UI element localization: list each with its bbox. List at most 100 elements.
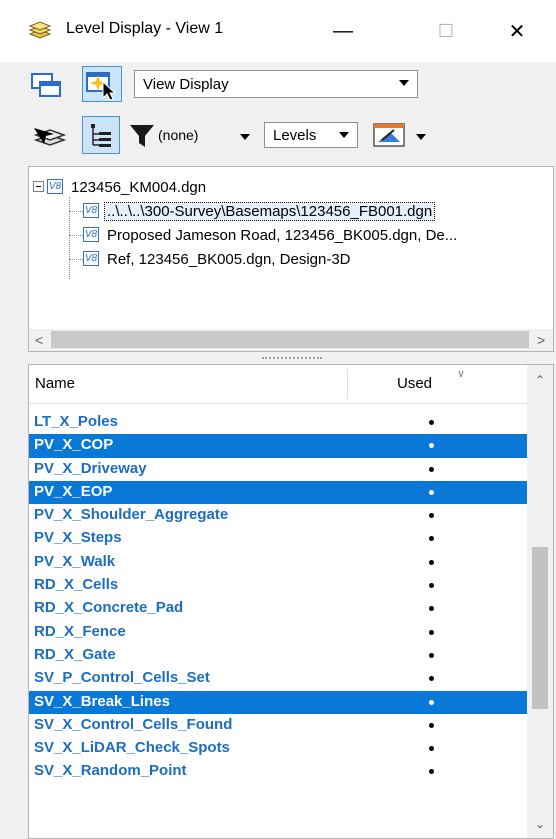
scroll-left-icon[interactable]: < — [35, 332, 43, 348]
view-display-mode-button[interactable] — [82, 66, 122, 102]
used-indicator — [429, 722, 434, 728]
column-header-name[interactable]: Name — [35, 375, 75, 392]
level-row[interactable]: PV_X_Shoulder_Aggregate — [29, 504, 527, 527]
level-name: SV_X_Control_Cells_Found — [34, 715, 233, 733]
level-name: PV_X_Driveway — [34, 459, 147, 477]
used-indicator — [429, 606, 434, 612]
levels-mode-value: Levels — [273, 127, 317, 144]
panel-splitter-handle[interactable] — [262, 357, 322, 363]
filter-chevron-down-icon[interactable] — [240, 134, 250, 140]
maximize-glyph: ☐ — [437, 20, 455, 41]
used-indicator — [429, 489, 434, 495]
horizontal-scrollbar[interactable]: < > — [29, 329, 553, 351]
tree-view-button[interactable] — [82, 116, 120, 154]
collapse-toggle-icon[interactable] — [33, 181, 44, 192]
level-row[interactable]: PV_X_Driveway — [29, 458, 527, 481]
level-list: Name Used ∨ LT_X_Poles PV_X_COP PV_X_Drive… — [28, 364, 554, 839]
level-name: SV_X_LiDAR_Check_Spots — [34, 739, 230, 757]
level-rows: LT_X_Poles PV_X_COP PV_X_Driveway PV_X_EOP P… — [29, 411, 527, 784]
symbology-chevron-down-icon[interactable] — [416, 134, 426, 140]
level-name: PV_X_EOP — [34, 482, 113, 500]
tree-item-label: ..\..\..\300-Survey\Basemaps\123456_FB00… — [103, 202, 436, 221]
level-row[interactable]: PV_X_Walk — [29, 551, 527, 574]
level-row[interactable]: SV_X_Break_Lines — [29, 690, 527, 714]
minimize-button[interactable]: — — [313, 0, 373, 62]
used-indicator — [429, 466, 434, 472]
used-indicator — [429, 676, 434, 682]
level-row[interactable]: RD_X_Gate — [29, 644, 527, 667]
used-indicator — [429, 513, 434, 519]
level-name: RD_X_Cells — [34, 576, 119, 594]
filter-funnel-icon[interactable] — [128, 122, 156, 155]
dgn-file-icon: V8 — [83, 251, 99, 266]
level-row[interactable]: RD_X_Cells — [29, 574, 527, 597]
used-indicator — [429, 769, 434, 775]
tree-root-label: 123456_KM004.dgn — [71, 179, 207, 196]
level-name: PV_X_COP — [34, 436, 114, 454]
close-glyph: ✕ — [508, 20, 526, 43]
tree-connector — [69, 211, 83, 212]
scroll-down-icon[interactable]: ⌄ — [535, 817, 545, 831]
horizontal-scroll-thumb[interactable] — [51, 331, 529, 348]
used-indicator — [429, 420, 434, 425]
used-indicator — [429, 536, 434, 542]
close-button[interactable]: ✕ — [487, 0, 547, 62]
level-row[interactable]: SV_P_Control_Cells_Set — [29, 667, 527, 690]
chevron-down-icon — [399, 80, 409, 86]
level-row[interactable]: RD_X_Fence — [29, 621, 527, 644]
level-row[interactable]: LT_X_Poles — [29, 411, 527, 434]
column-header-used[interactable]: Used — [397, 375, 432, 392]
view-sparkle-icon — [86, 72, 117, 101]
windows-icon[interactable] — [30, 72, 64, 105]
display-mode-select[interactable]: View Display — [134, 70, 418, 98]
level-name: PV_X_Walk — [34, 552, 116, 570]
level-row[interactable]: PV_X_COP — [29, 434, 527, 458]
levels-mode-select[interactable]: Levels — [264, 122, 358, 148]
level-display-window: Level Display - View 1 — ☐ ✕ View Displa… — [0, 0, 556, 839]
tree-connector — [69, 259, 83, 260]
level-row[interactable]: RD_X_Concrete_Pad — [29, 597, 527, 620]
title-bar: Level Display - View 1 — ☐ ✕ — [0, 0, 556, 62]
used-indicator — [429, 699, 434, 705]
used-indicator — [429, 583, 434, 589]
level-name: PV_X_Steps — [34, 529, 122, 547]
filter-value[interactable]: (none) — [158, 127, 198, 143]
used-indicator — [429, 443, 434, 449]
level-row[interactable]: PV_X_EOP — [29, 480, 527, 505]
level-name: SV_X_Random_Point — [34, 762, 187, 780]
tree-item-label: Ref, 123456_BK005.dgn, Design-3D — [107, 251, 351, 268]
level-row[interactable]: SV_X_LiDAR_Check_Spots — [29, 737, 527, 760]
tree-connector — [69, 235, 83, 236]
level-row[interactable]: SV_X_Random_Point — [29, 760, 527, 783]
level-name: LT_X_Poles — [34, 413, 118, 430]
vertical-scroll-thumb[interactable] — [532, 547, 548, 709]
dgn-file-icon: V8 — [83, 227, 99, 242]
level-name: SV_X_Break_Lines — [34, 692, 170, 710]
toolbar-row-1: View Display — [0, 62, 556, 108]
dgn-file-icon: V8 — [47, 179, 63, 194]
dgn-file-icon: V8 — [83, 203, 99, 218]
tree-item-label: Proposed Jameson Road, 123456_BK005.dgn,… — [107, 227, 458, 244]
level-name: RD_X_Fence — [34, 622, 126, 640]
level-name: SV_P_Control_Cells_Set — [34, 669, 210, 687]
level-row[interactable]: SV_X_Control_Cells_Found — [29, 714, 527, 737]
level-name: PV_X_Shoulder_Aggregate — [34, 506, 229, 524]
levels-stack-icon — [28, 21, 52, 48]
used-indicator — [429, 652, 434, 658]
level-row[interactable]: PV_X_Steps — [29, 527, 527, 550]
used-indicator — [429, 629, 434, 635]
reference-tree: V8 123456_KM004.dgn V8 ..\..\..\300-Surv… — [28, 166, 554, 352]
chevron-down-icon — [339, 132, 349, 138]
column-divider[interactable] — [347, 369, 348, 399]
level-manager-icon[interactable] — [32, 124, 68, 155]
used-indicator — [429, 559, 434, 565]
tree-connector — [69, 197, 70, 279]
toolbar-row-2: (none) Levels — [0, 112, 556, 158]
level-name: RD_X_Concrete_Pad — [34, 599, 184, 617]
maximize-button[interactable]: ☐ — [416, 0, 476, 62]
scroll-right-icon[interactable]: > — [537, 332, 545, 348]
vertical-scrollbar[interactable]: ⌃ ⌄ — [527, 365, 553, 838]
level-name: RD_X_Gate — [34, 645, 116, 663]
scroll-up-icon[interactable]: ⌃ — [535, 373, 545, 387]
level-symbology-icon[interactable] — [372, 120, 406, 155]
